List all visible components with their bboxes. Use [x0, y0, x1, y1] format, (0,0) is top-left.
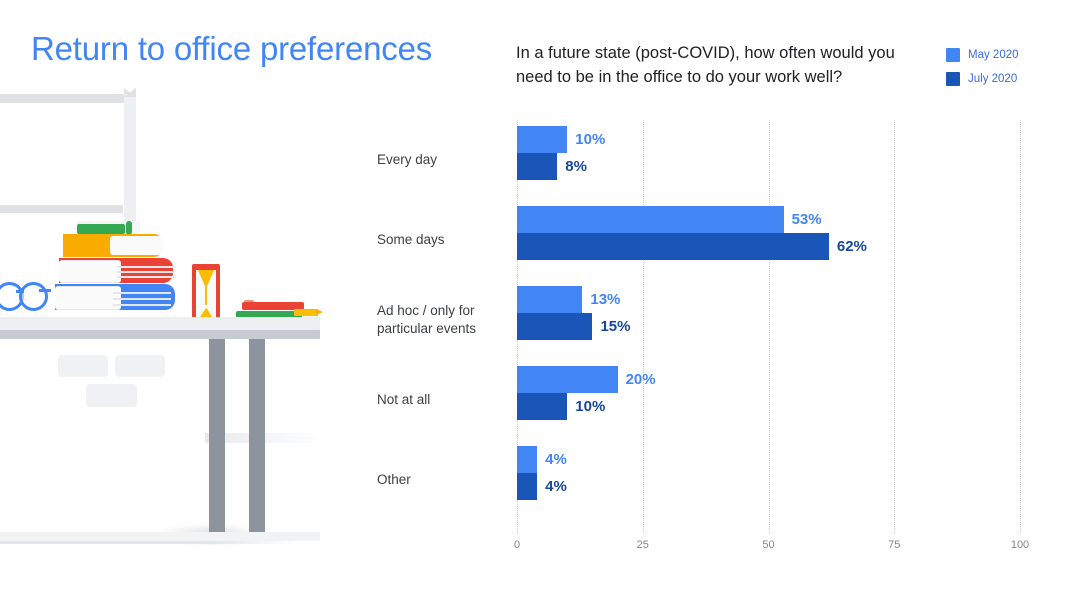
chart-legend: May 2020 July 2020 — [946, 45, 1019, 93]
slide-canvas: Return to office preferences In a future… — [0, 0, 1080, 598]
chart-question: In a future state (post-COVID), how ofte… — [516, 44, 895, 86]
x-axis-tick-label: 100 — [1010, 539, 1030, 551]
bar-value-label: 53% — [791, 211, 822, 228]
bar-may-2020 — [517, 366, 618, 393]
legend-swatch-july-2020 — [946, 72, 960, 86]
legend-label-may-2020: May 2020 — [968, 49, 1019, 61]
bar-value-label: 10% — [575, 131, 606, 148]
category-label: Not at all — [377, 391, 512, 409]
chart-panel: In a future state (post-COVID), how ofte… — [0, 0, 1080, 598]
x-axis-tick-label: 0 — [513, 539, 521, 551]
bar-may-2020 — [517, 126, 568, 153]
x-axis-tick-label: 75 — [888, 539, 901, 551]
bar-july-2020 — [517, 233, 829, 260]
bar-july-2020 — [517, 393, 568, 420]
category-label-line: particular events — [377, 321, 477, 336]
bar-july-2020 — [517, 313, 593, 340]
bar-value-label: 8% — [565, 158, 587, 175]
bar-july-2020 — [517, 153, 558, 180]
gridline — [642, 120, 644, 533]
bar-value-label: 15% — [600, 318, 631, 335]
category-label-line: Some days — [377, 232, 445, 247]
category-label-line: Other — [377, 472, 411, 487]
legend-item-july-2020: July 2020 — [946, 69, 1019, 89]
gridline — [768, 120, 770, 533]
gridline — [1020, 120, 1021, 533]
bar-may-2020 — [517, 446, 538, 473]
x-axis-tick-label: 50 — [762, 539, 775, 551]
bar-value-label: 4% — [545, 451, 567, 468]
bar-july-2020 — [517, 473, 538, 500]
bar-value-label: 20% — [625, 371, 656, 388]
category-label: Some days — [377, 231, 512, 249]
legend-label-july-2020: July 2020 — [968, 73, 1018, 85]
chart-plot-area: 0 25 50 75 100 10% 8% 53% 62% 13% 15% 20% 10% 4% 4% — [514, 120, 1029, 551]
bar-may-2020 — [517, 286, 583, 313]
bar-may-2020 — [517, 206, 784, 233]
bar-value-label: 13% — [590, 291, 621, 308]
bar-value-label: 10% — [575, 398, 606, 415]
category-label: Ad hoc / only for particular events — [377, 302, 512, 338]
category-label: Other — [377, 471, 512, 489]
legend-swatch-may-2020 — [946, 48, 960, 62]
category-label-line: Every day — [377, 152, 438, 167]
category-label: Every day — [377, 151, 512, 169]
bar-value-label: 62% — [836, 238, 867, 255]
gridline — [894, 120, 896, 533]
bar-value-label: 4% — [545, 478, 567, 495]
x-axis-tick-label: 25 — [636, 539, 649, 551]
category-label-line: Ad hoc / only for — [377, 303, 475, 318]
category-label-line: Not at all — [377, 392, 431, 407]
legend-item-may-2020: May 2020 — [946, 45, 1019, 65]
